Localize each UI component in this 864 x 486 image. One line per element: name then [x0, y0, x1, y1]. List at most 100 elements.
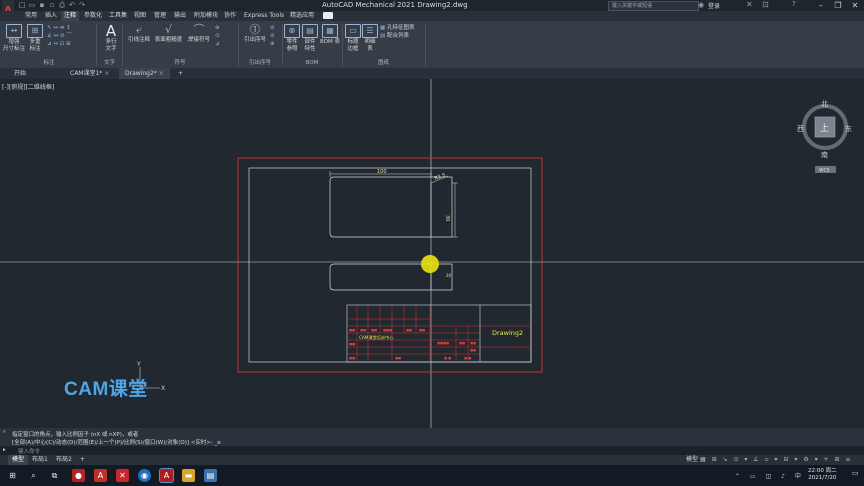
status-toolbar-icons[interactable]: ▦ ⊞ ↘ ⊙ ▾ ∠ ▫ ▾ ⊟ ▾ ⚙ ▾ + ⊞ ≡ — [700, 455, 852, 465]
ribbon-panel: ↔ 增强 尺寸标注 ⊞ 多重 标注 ↖ ↔ ⇹ ↕ ∡ ↔ ⊘ ⌒ ⊿ ↔ ⊡ ⊞ … — [0, 21, 864, 69]
tab-toolsets[interactable]: 工具集 — [106, 11, 130, 21]
search-icon[interactable]: ⌕ — [27, 469, 40, 482]
parts-property-button[interactable]: ▤ 部件 特性 — [302, 24, 318, 53]
undo-icon[interactable]: ↶ — [68, 1, 76, 9]
tab-express-tools[interactable]: Express Tools — [241, 11, 287, 21]
command-line-close-icon[interactable]: × — [2, 429, 7, 435]
bom-button[interactable]: ▦ BOM 表 — [319, 24, 341, 46]
balloon-button[interactable]: ⓵ 引出序号 — [242, 24, 268, 44]
dimension-tools-grid[interactable]: ↖ ↔ ⇹ ↕ ∡ ↔ ⊘ ⌒ ⊿ ↔ ⊡ ⊞ — [47, 24, 93, 48]
svg-text:■ ■: ■ ■ — [444, 356, 451, 360]
command-history-line: [全部(A)/中心(C)/动态(D)/范围(E)/上一个(P)/比例(S)/窗口… — [12, 440, 221, 446]
balloon-tools-column[interactable]: ⊘ ⊘ ⊕ — [270, 24, 280, 48]
wcs-label: WCS — [819, 168, 830, 174]
autocad-app-icon[interactable]: A — [94, 469, 107, 482]
symbol-tools-column[interactable]: ⊕ ⊙ ⊿ — [215, 24, 235, 48]
hole-chart-button[interactable]: ▦ 孔特征图表 — [380, 24, 422, 32]
search-input[interactable]: 键入关键字或短语 — [608, 1, 699, 11]
leader-note-button[interactable]: ⤶ 引线注释 — [124, 24, 154, 44]
parts-list-button[interactable]: ☰ 明细 表 — [362, 24, 378, 53]
open-icon[interactable]: ▭ — [28, 1, 36, 9]
parts-reference-button[interactable]: ⊗ 零件 参照 — [284, 24, 300, 53]
svg-text:■■: ■■ — [349, 356, 355, 360]
tab-parametric[interactable]: 参数化 — [81, 11, 105, 21]
svg-text:■■■■: ■■■■ — [437, 341, 449, 345]
doc-tab-cam1[interactable]: CAM课堂1* × — [64, 68, 115, 79]
system-tray-icons[interactable]: ⌃ ▭ ◫ ♪ 中 — [735, 471, 805, 480]
print-icon[interactable]: ⎙ — [58, 1, 66, 9]
close-icon[interactable]: × — [159, 70, 164, 77]
tab-collaborate[interactable]: 协作 — [221, 11, 239, 21]
tab-home[interactable]: 常用 — [22, 11, 40, 21]
recording-app-icon[interactable]: ● — [72, 469, 85, 482]
close-icon[interactable]: × — [104, 70, 109, 77]
browser-app-icon[interactable]: ◉ — [138, 469, 151, 482]
windows-taskbar: ⊞ ⌕ ⧉ ● A ✕ ◉ A ▬ ▤ ⌃ ▭ ◫ ♪ 中 22:00 周二 2… — [0, 465, 864, 486]
fits-list-button[interactable]: ▤ 配合列表 — [380, 32, 422, 40]
saveas-icon[interactable]: ▫ — [48, 1, 56, 9]
multi-dim-icon: ⊞ — [27, 24, 43, 38]
layout-tab-1[interactable]: 布局1 — [28, 455, 52, 465]
layout-tab-model[interactable]: 模型 — [8, 455, 29, 465]
viewcube-south[interactable]: 南 — [821, 150, 828, 159]
task-view-icon[interactable]: ⧉ — [48, 469, 61, 482]
tab-manage[interactable]: 管理 — [151, 11, 169, 21]
parts-ref-icon: ⊗ — [284, 24, 300, 38]
xmind-app-icon[interactable]: ✕ — [116, 469, 129, 482]
group-label-text[interactable]: 文字 — [97, 59, 122, 67]
command-history: × 指定窗口的角点，输入比例因子 (nX 或 nXP)，或者 [全部(A)/中心… — [0, 428, 864, 446]
notes-app-icon[interactable]: ▤ — [204, 469, 217, 482]
maximize-button[interactable]: ❐ — [831, 0, 845, 11]
taskbar-clock[interactable]: 22:00 周二 2021/7/20 — [808, 468, 837, 482]
redo-icon[interactable]: ↷ — [78, 1, 86, 9]
login-link[interactable]: 登录 — [708, 1, 720, 10]
tab-annotate[interactable]: 注释 — [61, 11, 80, 21]
autocad-mechanical-active-icon[interactable]: A — [159, 468, 174, 483]
title-bar: □ ▭ ▪ ▫ ⎙ ↶ ↷ AutoCAD Mechanical 2021 Dr… — [0, 0, 864, 11]
multi-dimension-button[interactable]: ⊞ 多重 标注 — [26, 24, 44, 53]
viewcube-west[interactable]: 西 — [797, 125, 804, 133]
minimize-button[interactable]: – — [814, 0, 828, 11]
weld-symbol-button[interactable]: ⌒ 焊接符号 — [185, 24, 213, 44]
tab-featured-apps[interactable]: 精选应用 — [287, 11, 317, 21]
group-label-symbol[interactable]: 符号 — [123, 59, 237, 67]
panel-toggle-icon[interactable] — [323, 12, 333, 19]
title-block-company: CAM课堂培训中心 — [359, 334, 394, 341]
new-icon[interactable]: □ — [18, 1, 26, 9]
doc-tab-start[interactable]: 开始 — [8, 68, 32, 79]
tab-output[interactable]: 输出 — [171, 11, 189, 21]
dim-text-width: 100 — [377, 169, 387, 175]
mtext-button[interactable]: A 多行 文字 — [101, 24, 121, 53]
add-layout-button[interactable]: + — [76, 455, 89, 465]
tab-addins[interactable]: 附加模块 — [191, 11, 221, 21]
windows-start-icon[interactable]: ⊞ — [6, 469, 19, 482]
tab-view[interactable]: 视图 — [131, 11, 149, 21]
notification-icon[interactable]: ▭ — [852, 469, 860, 481]
autodesk-app-icon[interactable]: ✕ — [746, 0, 753, 9]
group-label-dimension[interactable]: 标注 — [3, 59, 95, 67]
doc-tab-drawing2[interactable]: Drawing2* × — [119, 68, 170, 79]
group-label-balloon[interactable]: 引出序号 — [239, 59, 281, 67]
command-prompt-icon: ▸ — [3, 447, 6, 453]
viewcube-east[interactable]: 东 — [845, 124, 852, 133]
command-input[interactable]: 键入命令 — [18, 447, 40, 455]
group-label-bom[interactable]: BOM — [283, 59, 341, 67]
dim-text-height: 30 — [444, 215, 450, 221]
group-label-drawing[interactable]: 图纸 — [343, 59, 424, 67]
surface-texture-button[interactable]: √ 表面粗糙度 — [154, 24, 183, 44]
layout-tab-2[interactable]: 布局2 — [52, 455, 76, 465]
command-input-bar[interactable]: ▸ 键入命令 — [0, 446, 864, 455]
viewcube-north[interactable]: 北 — [821, 100, 828, 108]
smart-dimension-button[interactable]: ↔ 增强 尺寸标注 — [3, 24, 25, 53]
close-button[interactable]: ✕ — [848, 0, 862, 11]
save-icon[interactable]: ▪ — [38, 1, 46, 9]
file-explorer-icon[interactable]: ▬ — [182, 469, 195, 482]
drawing-canvas[interactable]: [-][俯视][二维线框] 100 R2.5 30 20 ■■ ■■ ■■ ■■… — [0, 79, 864, 428]
cart-icon[interactable]: ⊡ — [762, 0, 769, 9]
status-model-toggle[interactable]: 模型 — [682, 455, 702, 465]
new-tab-button[interactable]: + — [175, 68, 186, 79]
title-border-button[interactable]: ▭ 标题 边框 — [344, 24, 362, 53]
help-icon[interactable]: ? — [792, 0, 796, 8]
dimension-icon: ↔ — [6, 24, 22, 38]
tab-insert[interactable]: 插入 — [42, 11, 60, 21]
